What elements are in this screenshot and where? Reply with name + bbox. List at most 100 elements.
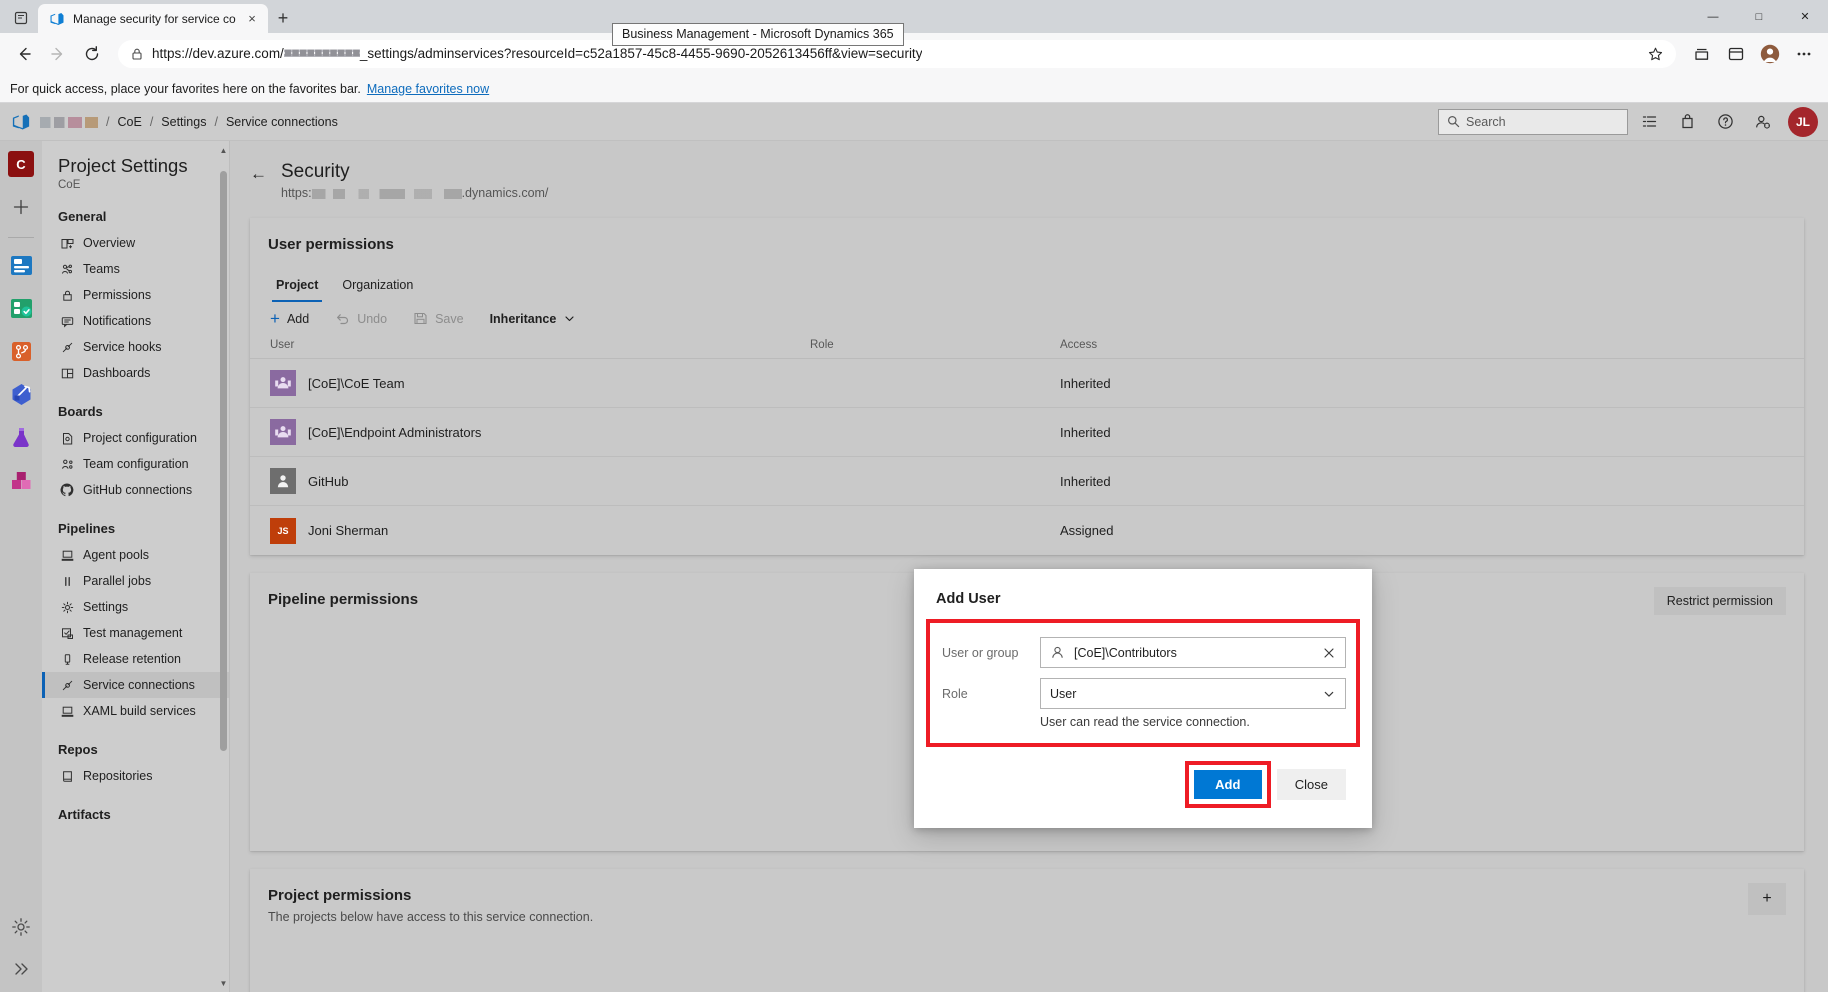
project-config-icon [60,431,74,445]
service-connections-icon [60,678,74,692]
table-row[interactable]: GitHub Inherited [250,457,1804,506]
sidebar-item-github-connections[interactable]: GitHub connections [42,477,229,503]
sidebar-item-repositories[interactable]: Repositories [42,763,229,789]
sidebar-item-agent-pools[interactable]: Agent pools [42,542,229,568]
sidebar-item-label: Project configuration [83,431,197,445]
list-icon[interactable] [1632,107,1666,137]
table-header-row: User Role Access [250,337,1804,359]
sidebar-item-settings[interactable]: Settings [42,594,229,620]
cell-access: Inherited [1060,375,1111,391]
azdo-top-bar-actions: Search JL [1438,106,1818,137]
favorites-bar: For quick access, place your favorites h… [0,75,1828,103]
dialog-close-button[interactable]: Close [1276,769,1346,800]
avatar[interactable]: JL [1788,106,1818,137]
repos-rail-icon[interactable] [6,336,36,366]
table-row[interactable]: JS Joni Sherman Assigned [250,506,1804,555]
sidebar-item-parallel-jobs[interactable]: Parallel jobs [42,568,229,594]
shopping-bag-icon[interactable] [1670,107,1704,137]
gear-icon[interactable] [6,912,36,942]
tab-organization[interactable]: Organization [334,273,421,302]
boards-rail-icon[interactable] [6,293,36,323]
tab-search-icon[interactable] [4,3,38,33]
sidebar-item-team-configuration[interactable]: Team configuration [42,451,229,477]
overview-rail-icon[interactable] [6,250,36,280]
sidebar-item-teams[interactable]: Teams [42,256,229,282]
permissions-tabs: Project Organization [250,253,1804,302]
scroll-down-arrow[interactable]: ▼ [219,976,228,990]
manage-favorites-link[interactable]: Manage favorites now [367,82,489,96]
sidebar-item-dashboards[interactable]: Dashboards [42,360,229,386]
back-icon[interactable] [8,38,40,70]
user-or-group-input[interactable]: [CoE]\Contributors [1040,637,1346,668]
inheritance-dropdown[interactable]: Inheritance [490,312,577,326]
sidebar-scrollbar[interactable]: ▲ ▼ [220,141,228,992]
sidebar-item-service-connections[interactable]: Service connections [42,672,229,698]
ellipsis-icon[interactable] [1788,38,1820,70]
scroll-up-arrow[interactable]: ▲ [219,143,228,157]
url-redacted-segment: ■■■■■■■■■■ [283,46,360,62]
browser-nav-bar: https://dev.azure.com/■■■■■■■■■■_setting… [0,23,1828,75]
table-row[interactable]: [CoE]\Endpoint Administrators Inherited [250,408,1804,457]
breadcrumb-item-settings[interactable]: Settings [155,115,212,129]
sidebar-item-test-management[interactable]: Test management [42,620,229,646]
back-arrow-icon[interactable]: ← [250,165,267,182]
help-icon[interactable] [1708,107,1742,137]
cell-access: Assigned [1060,523,1114,538]
close-window-icon[interactable]: ✕ [1782,0,1828,33]
new-tab-button[interactable]: + [268,4,298,33]
collections-icon[interactable] [1686,38,1718,70]
left-rail: C [0,141,42,992]
scrollbar-thumb[interactable] [220,171,227,751]
rail-add-button[interactable] [6,192,36,222]
person-icon [1050,645,1065,660]
dialog-add-button[interactable]: Add [1193,770,1262,799]
sidebar-item-label: Teams [83,262,120,276]
chevron-down-icon[interactable] [1322,687,1336,701]
sidebar-item-service-hooks[interactable]: Service hooks [42,334,229,360]
breadcrumb-item-organization[interactable] [34,115,104,129]
browser-essentials-icon[interactable] [1720,38,1752,70]
rail-project-badge[interactable]: C [6,149,36,179]
add-button-label: Add [286,311,310,326]
breadcrumb-item-service-connections[interactable]: Service connections [220,115,344,129]
artifacts-rail-icon[interactable] [6,465,36,495]
close-icon[interactable]: × [244,11,260,27]
sidebar-item-permissions[interactable]: Permissions [42,282,229,308]
breadcrumb-separator: / [106,114,110,129]
browser-tab[interactable]: Manage security for service conn × [38,4,268,33]
test-plans-rail-icon[interactable] [6,422,36,452]
rail-bottom-actions [6,912,36,984]
star-icon[interactable] [1647,46,1664,63]
pipelines-rail-icon[interactable] [6,379,36,409]
tab-title: Manage security for service conn [73,11,236,26]
sidebar-item-project-configuration[interactable]: Project configuration [42,425,229,451]
nav-group-boards: Boards [58,404,103,419]
expand-icon[interactable] [6,954,36,984]
user-or-group-value: [CoE]\Contributors [1074,645,1177,660]
reload-icon[interactable] [76,38,108,70]
search-input[interactable]: Search [1438,108,1628,135]
sidebar-item-overview[interactable]: Overview [42,230,229,256]
xaml-build-icon [60,704,74,718]
column-header-role: Role [810,339,834,351]
generic-avatar-icon [270,468,296,494]
sidebar-item-notifications[interactable]: Notifications [42,308,229,334]
minimize-icon[interactable]: — [1690,0,1736,33]
add-button[interactable]: + Add [270,310,309,327]
role-select[interactable]: User [1040,678,1346,709]
breadcrumb-item-project[interactable]: CoE [111,115,147,129]
sidebar-item-label: Overview [83,236,136,250]
maximize-icon[interactable]: □ [1736,0,1782,33]
sidebar-item-label: Settings [83,600,129,614]
table-row[interactable]: [CoE]\CoE Team Inherited [250,359,1804,408]
azure-devops-logo[interactable] [8,109,34,135]
add-project-permission-button[interactable]: + [1748,883,1786,915]
restrict-permission-button[interactable]: Restrict permission [1653,587,1786,615]
user-settings-icon[interactable] [1746,107,1780,137]
tab-project[interactable]: Project [268,273,326,302]
sidebar-item-xaml-build-services[interactable]: XAML build services [42,698,229,724]
sidebar-item-release-retention[interactable]: Release retention [42,646,229,672]
nav-group-general: General [58,209,107,224]
profile-avatar-icon[interactable] [1754,38,1786,70]
clear-x-icon[interactable] [1322,646,1336,660]
